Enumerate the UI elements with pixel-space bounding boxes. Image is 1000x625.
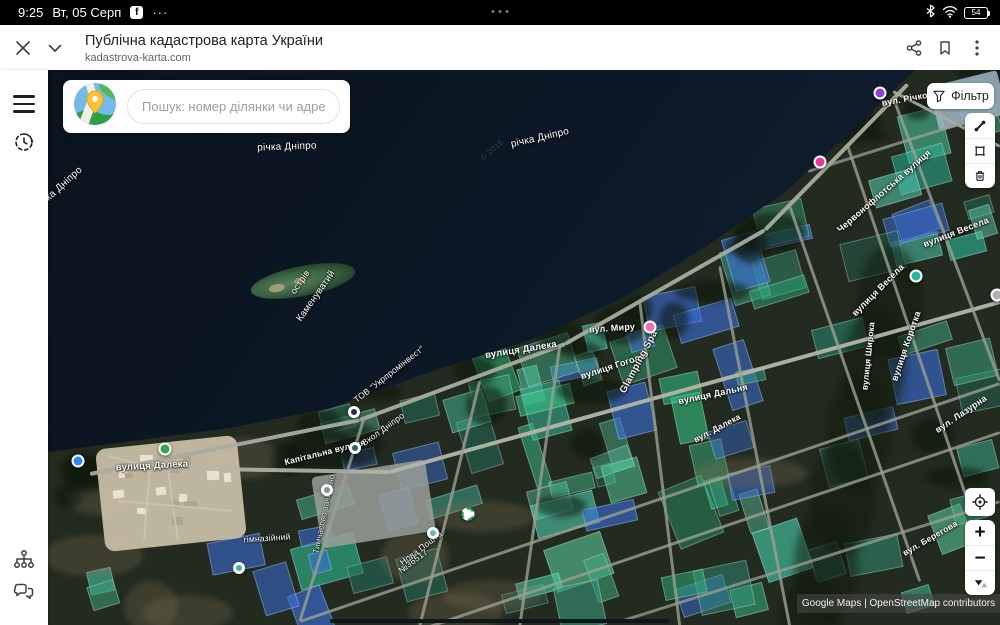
- app-logo: [73, 82, 117, 131]
- map-type-button[interactable]: [965, 570, 995, 595]
- map-marker[interactable]: [427, 527, 439, 539]
- map-marker[interactable]: [349, 442, 361, 454]
- hamburger-menu-button[interactable]: [0, 84, 48, 124]
- map-marker[interactable]: [321, 484, 333, 496]
- frame-icon: [975, 146, 985, 156]
- map-markers-layer: [48, 70, 1000, 625]
- map-marker[interactable]: [813, 155, 827, 169]
- map-marker[interactable]: [873, 86, 887, 100]
- share-button[interactable]: [899, 33, 929, 63]
- map-marker[interactable]: [348, 406, 360, 418]
- wifi-icon: [942, 5, 958, 21]
- zoom-in-button[interactable]: +: [965, 520, 995, 545]
- zoom-toolbar: + −: [965, 520, 995, 595]
- date-text: Вт, 05 Серп: [52, 5, 122, 20]
- map-marker[interactable]: [909, 269, 923, 283]
- home-indicator[interactable]: [330, 619, 670, 623]
- map-marker[interactable]: [990, 288, 1000, 302]
- battery-indicator: 54: [964, 6, 990, 19]
- measure-icon: [974, 120, 986, 131]
- zoom-out-button[interactable]: −: [965, 545, 995, 570]
- notification-overflow-text: ···: [152, 5, 169, 20]
- map-marker[interactable]: [461, 507, 475, 521]
- history-icon: [15, 133, 34, 151]
- facebook-notification-icon: f: [130, 6, 144, 19]
- collapse-button[interactable]: [40, 33, 70, 63]
- hamburger-icon: [13, 95, 35, 113]
- clock-text: 9:25: [18, 5, 44, 20]
- chat-icon: [13, 583, 34, 600]
- search-input[interactable]: [127, 89, 340, 124]
- page-title: Публічна кадастрова карта України: [85, 33, 323, 49]
- measure-button[interactable]: [965, 113, 995, 138]
- map-marker[interactable]: [643, 320, 657, 334]
- map-marker[interactable]: [158, 442, 172, 456]
- layers-triangles-icon: [974, 579, 987, 587]
- search-card: [63, 80, 350, 133]
- delete-button[interactable]: [965, 163, 995, 188]
- filter-button-label: Фільтр: [951, 89, 989, 103]
- browser-header: Публічна кадастрова карта України kadast…: [0, 25, 1000, 70]
- area-select-button[interactable]: [965, 138, 995, 163]
- sitemap-icon: [14, 550, 34, 568]
- bluetooth-icon: [925, 4, 936, 21]
- funnel-icon: [933, 90, 945, 103]
- chat-button[interactable]: [0, 572, 48, 612]
- map-sidebar: [0, 70, 48, 625]
- draw-toolbar: [965, 113, 995, 188]
- map-marker[interactable]: [233, 562, 245, 574]
- map-canvas[interactable]: річка Дніпро річка Дніпро ка Дніпро острів К…: [48, 70, 1000, 625]
- history-button[interactable]: [0, 122, 48, 162]
- status-bar: 9:25 Вт, 05 Серп f ··· 54: [0, 0, 1000, 25]
- trash-icon: [975, 170, 985, 181]
- page-url: kadastrova-karta.com: [85, 52, 191, 64]
- camera-cutout-dots: [491, 10, 509, 13]
- screen: 9:25 Вт, 05 Серп f ··· 54 Публічна кадас…: [0, 0, 1000, 625]
- map-marker[interactable]: [71, 454, 85, 468]
- bookmark-button[interactable]: [930, 33, 960, 63]
- menu-button[interactable]: [962, 33, 992, 63]
- map-attribution: Google Maps | OpenStreetMap contributors: [797, 594, 1000, 613]
- locate-button[interactable]: [965, 488, 995, 516]
- filter-button[interactable]: Фільтр: [927, 83, 994, 109]
- target-icon: [972, 494, 988, 510]
- close-button[interactable]: [8, 33, 38, 63]
